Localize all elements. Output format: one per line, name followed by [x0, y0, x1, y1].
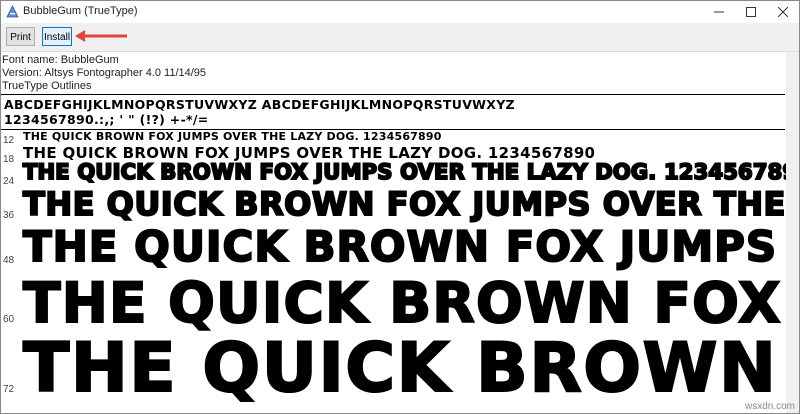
size-label: 36: [3, 210, 15, 221]
size-label: 72: [3, 384, 15, 395]
sample-line-48: THE QUICK BROWN FOX JUMPS OVER THE: [22, 221, 799, 272]
font-name-label: Font name: BubbleGum: [2, 54, 119, 66]
sample-line-12: THE QUICK BROWN FOX JUMPS OVER THE LAZY …: [23, 130, 442, 143]
version-label: Version: Altsys Fontographer 4.0 11/14/9…: [2, 67, 207, 79]
watermark: wsxdn.com: [744, 401, 795, 412]
maximize-icon: [746, 7, 756, 17]
charset-letters: ABCDEFGHIJKLMNOPQRSTUVWXYZ ABCDEFGHIJKLM…: [4, 97, 515, 112]
close-button[interactable]: [767, 1, 799, 23]
window-title: BubbleGum (TrueType): [23, 5, 138, 17]
sample-line-60: THE QUICK BROWN FOX JUMPS: [22, 270, 799, 336]
sample-line-24: THE QUICK BROWN FOX JUMPS OVER THE LAZY …: [22, 159, 799, 185]
minimize-button[interactable]: [703, 1, 735, 23]
charset-symbols: 1234567890.:,; ' " (!?) +-*/=: [4, 112, 209, 127]
vertical-scrollbar[interactable]: [786, 52, 799, 413]
minimize-icon: [714, 11, 724, 13]
title-bar: BubbleGum (TrueType): [1, 1, 799, 23]
size-label: 60: [3, 314, 15, 325]
print-button[interactable]: Print: [6, 27, 35, 46]
divider: [1, 94, 785, 95]
sample-line-36: THE QUICK BROWN FOX JUMPS OVER THE LAZY …: [22, 184, 799, 224]
font-file-icon: [6, 5, 19, 18]
maximize-button[interactable]: [735, 1, 767, 23]
close-icon: [778, 7, 788, 17]
size-label: 48: [3, 255, 15, 266]
size-label: 18: [3, 154, 15, 165]
sample-line-72: THE QUICK BROWN FOX JU: [22, 328, 799, 409]
install-button[interactable]: Install: [42, 27, 72, 46]
font-viewer-window: BubbleGum (TrueType) Print Install Font …: [0, 0, 800, 414]
size-label: 24: [3, 176, 15, 187]
outline-type-label: TrueType Outlines: [2, 80, 92, 92]
size-label: 12: [3, 135, 15, 146]
font-preview-area: Font name: BubbleGum Version: Altsys Fon…: [1, 52, 799, 413]
annotation-arrow: [75, 30, 127, 42]
